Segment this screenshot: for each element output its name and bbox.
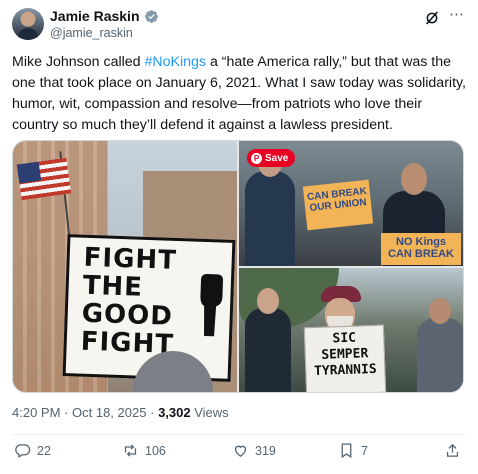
more-icon[interactable]: ⋯ — [448, 7, 466, 26]
repost-count: 106 — [145, 443, 166, 458]
grok-icon[interactable] — [424, 10, 440, 26]
raised-fist-icon — [200, 274, 224, 337]
photo-fight-the-good-fight[interactable]: FIGHT THE GOOD FIGHT — [13, 141, 237, 392]
divider — [12, 434, 466, 435]
tweet-text: Mike Johnson called #NoKings a “hate Ame… — [12, 52, 468, 136]
pinterest-save-button[interactable]: P Save — [247, 149, 296, 167]
action-bar: 22 106 319 7 — [0, 442, 478, 468]
repost-icon — [124, 444, 137, 457]
union-sign: NO Kings CAN BREAK — [381, 233, 461, 265]
repost-button[interactable]: 106 — [122, 442, 166, 459]
reply-icon — [15, 444, 31, 459]
like-count: 319 — [255, 443, 276, 458]
pinterest-icon: P — [251, 152, 262, 164]
us-flag — [16, 157, 72, 201]
share-icon — [446, 443, 459, 457]
protest-sign: SIC SEMPER TYRANNIS — [303, 324, 387, 392]
post-time[interactable]: 4:20 PM — [12, 405, 60, 420]
post-date[interactable]: Oct 18, 2025 — [72, 405, 146, 420]
avatar[interactable] — [12, 8, 44, 40]
post-meta: 4:20 PM · Oct 18, 2025 · 3,302 Views — [12, 405, 229, 420]
author-row: Jamie Raskin — [50, 8, 159, 24]
author-name[interactable]: Jamie Raskin — [50, 8, 140, 24]
media-grid: FIGHT THE GOOD FIGHT CAN BREAK OUR UNION — [12, 140, 464, 393]
heart-icon — [234, 445, 247, 457]
author-handle[interactable]: @jamie_raskin — [50, 26, 133, 40]
photo-sic-semper-tyrannis[interactable]: SIC SEMPER TYRANNIS — [239, 268, 463, 392]
bookmark-icon — [341, 443, 352, 459]
view-count: 3,302 — [158, 405, 191, 420]
photo-union-signs[interactable]: CAN BREAK OUR UNION NO Kings CAN BREAK P… — [239, 141, 463, 266]
share-button[interactable] — [444, 442, 461, 459]
tweet-text-start: Mike Johnson called — [12, 54, 145, 70]
tweet-card: Jamie Raskin @jamie_raskin ⋯ Mike Johnso… — [0, 0, 478, 474]
like-button[interactable]: 319 — [232, 442, 276, 459]
reply-count: 22 — [37, 443, 51, 458]
hashtag-link[interactable]: #NoKings — [145, 54, 207, 70]
union-sign: CAN BREAK OUR UNION — [302, 179, 374, 231]
views-label: Views — [190, 405, 229, 420]
bookmark-button[interactable]: 7 — [338, 442, 368, 459]
verified-badge-icon — [144, 9, 158, 23]
bookmark-count: 7 — [361, 443, 368, 458]
reply-button[interactable]: 22 — [14, 442, 51, 459]
